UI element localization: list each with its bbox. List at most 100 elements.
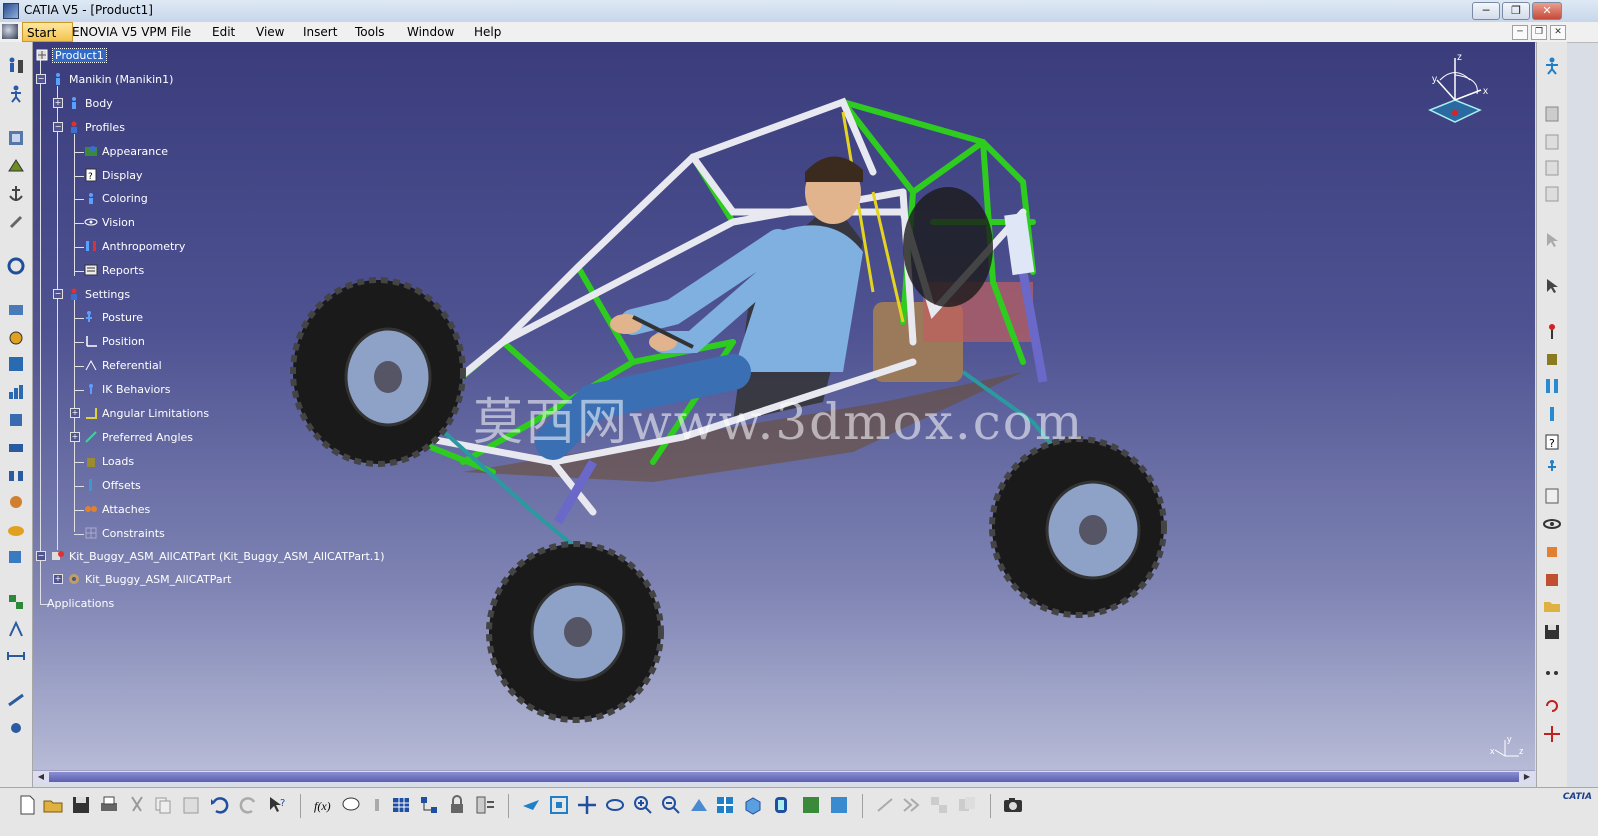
doc-minimize-button[interactable]: ─: [1512, 25, 1528, 40]
workbench-manikin-icon[interactable]: [1542, 56, 1562, 76]
redo-icon[interactable]: [238, 794, 260, 816]
coloring-label[interactable]: Coloring: [102, 192, 148, 205]
paste-icon[interactable]: [180, 794, 202, 816]
help-question-icon[interactable]: ?: [1542, 432, 1562, 452]
report-icon[interactable]: [1542, 486, 1562, 506]
tree-node-offsets[interactable]: Offsets: [84, 477, 141, 495]
expand-toggle[interactable]: +: [53, 98, 63, 108]
3d-viewport[interactable]: 莫西网www.3dmox.com Product1 − Manikin (Man…: [33, 42, 1535, 770]
undo-icon[interactable]: [208, 794, 230, 816]
rotate-icon[interactable]: [1542, 696, 1562, 716]
menu-tools[interactable]: Tools: [355, 25, 385, 39]
rula-icon[interactable]: [6, 382, 26, 402]
design-table-icon[interactable]: [474, 794, 496, 816]
forward-kinematics-icon[interactable]: [6, 128, 26, 148]
part-instance-label[interactable]: Kit_Buggy_ASM_AllCATPart (Kit_Buggy_ASM_…: [69, 550, 385, 563]
catalog-browser-icon[interactable]: [1542, 104, 1562, 124]
minimize-button[interactable]: ─: [1472, 2, 1500, 20]
collapse-toggle[interactable]: −: [36, 551, 46, 561]
tree-node-display[interactable]: ? Display: [84, 167, 143, 185]
zoom-in-icon[interactable]: [632, 794, 654, 816]
posture-label[interactable]: Posture: [102, 311, 143, 324]
angular-limitations-label[interactable]: Angular Limitations: [102, 407, 209, 420]
comment-icon[interactable]: [340, 794, 362, 816]
cut-icon[interactable]: [126, 794, 148, 816]
paste-tool-icon[interactable]: [1542, 158, 1562, 178]
eye-vision-icon[interactable]: [1542, 514, 1562, 534]
tree-node-vision[interactable]: Vision: [84, 214, 135, 232]
catalog-tool-icon[interactable]: [874, 794, 896, 816]
anthropometry-icon[interactable]: [1542, 376, 1562, 396]
body-label[interactable]: Body: [85, 97, 113, 110]
manikin-label[interactable]: Manikin (Manikin1): [69, 73, 173, 86]
maximize-button[interactable]: ❐: [1502, 2, 1530, 20]
horizontal-scrollbar[interactable]: ◀ ▶: [33, 770, 1535, 783]
offsets-label[interactable]: Offsets: [102, 479, 141, 492]
manikin-insert-icon[interactable]: [6, 56, 26, 76]
hand-icon[interactable]: [1542, 542, 1562, 562]
select-cursor-icon[interactable]: [1542, 230, 1562, 250]
iso-view-icon[interactable]: [742, 794, 764, 816]
menu-enovia[interactable]: ENOVIA V5 VPM: [72, 25, 167, 39]
rotate-view-icon[interactable]: [604, 794, 626, 816]
menu-edit[interactable]: Edit: [212, 25, 235, 39]
expand-toggle[interactable]: +: [70, 408, 80, 418]
tree-node-posture[interactable]: Posture: [84, 309, 143, 327]
anchor-icon[interactable]: [6, 184, 26, 204]
tree-node-ik-behaviors[interactable]: IK Behaviors: [84, 381, 171, 399]
tree-node-referential[interactable]: Referential: [84, 357, 162, 375]
vision-label[interactable]: Vision: [102, 216, 135, 229]
attach-icon[interactable]: [6, 212, 26, 232]
capture-camera-icon[interactable]: [1002, 794, 1024, 816]
doc-restore-button[interactable]: ❐: [1531, 25, 1547, 40]
biomechanics-icon[interactable]: [6, 492, 26, 512]
position-label[interactable]: Position: [102, 335, 145, 348]
translate-icon[interactable]: [1542, 724, 1562, 744]
catia-logo-icon[interactable]: [2, 24, 18, 39]
knowledge-icon[interactable]: [366, 794, 388, 816]
scroll-right-arrow[interactable]: ▶: [1521, 771, 1533, 783]
tree-node-loads[interactable]: Loads: [84, 453, 134, 471]
save-icon[interactable]: [70, 794, 92, 816]
profiles-label[interactable]: Profiles: [85, 121, 125, 134]
shading-icon[interactable]: [770, 794, 792, 816]
part-label[interactable]: Kit_Buggy_ASM_AllCATPart: [85, 573, 232, 586]
copy-tool-icon[interactable]: [1542, 132, 1562, 152]
catia-app-icon[interactable]: [3, 3, 19, 19]
inverse-kinematics-icon[interactable]: [6, 156, 26, 176]
vision-icon[interactable]: [6, 328, 26, 348]
scroll-left-arrow[interactable]: ◀: [35, 771, 47, 783]
tree-expand-icon[interactable]: [418, 794, 440, 816]
tree-node-body[interactable]: Body: [67, 95, 113, 113]
save-disk-icon[interactable]: [1542, 622, 1562, 642]
manikin-posture-icon[interactable]: [6, 84, 26, 104]
scroll-thumb[interactable]: [49, 772, 1519, 782]
zoom-out-icon[interactable]: [660, 794, 682, 816]
tree-node-reports[interactable]: Reports: [84, 262, 144, 280]
whats-this-help-icon[interactable]: ?: [266, 794, 288, 816]
posture-analysis-icon[interactable]: [6, 354, 26, 374]
settings-label[interactable]: Settings: [85, 288, 130, 301]
close-button[interactable]: ✕: [1532, 2, 1562, 20]
copy-icon[interactable]: [152, 794, 174, 816]
swept-volume-icon[interactable]: [6, 256, 26, 276]
manikin-edit-icon[interactable]: [1542, 458, 1562, 478]
carry-icon[interactable]: [6, 466, 26, 486]
display-label[interactable]: Display: [102, 169, 143, 182]
simulation-icon[interactable]: [6, 718, 26, 738]
grasp-icon[interactable]: [1542, 570, 1562, 590]
tree-node-appearance[interactable]: Appearance: [84, 143, 168, 161]
collapse-toggle[interactable]: −: [53, 122, 63, 132]
tree-node-part-instance[interactable]: Kit_Buggy_ASM_AllCATPart (Kit_Buggy_ASM_…: [51, 548, 385, 566]
tree-node-settings[interactable]: Settings: [67, 286, 130, 304]
compass-icon[interactable]: z x y: [1415, 50, 1495, 140]
clash-check-icon[interactable]: [956, 794, 978, 816]
open-icon[interactable]: [42, 794, 64, 816]
open-folder-icon[interactable]: [1542, 596, 1562, 616]
tree-node-attaches[interactable]: Attaches: [84, 501, 150, 519]
reset-tool-icon[interactable]: [1542, 184, 1562, 204]
table-icon[interactable]: [390, 794, 412, 816]
menu-view[interactable]: View: [256, 25, 284, 39]
load-icon[interactable]: [1542, 348, 1562, 368]
preferred-angles-label[interactable]: Preferred Angles: [102, 431, 193, 444]
